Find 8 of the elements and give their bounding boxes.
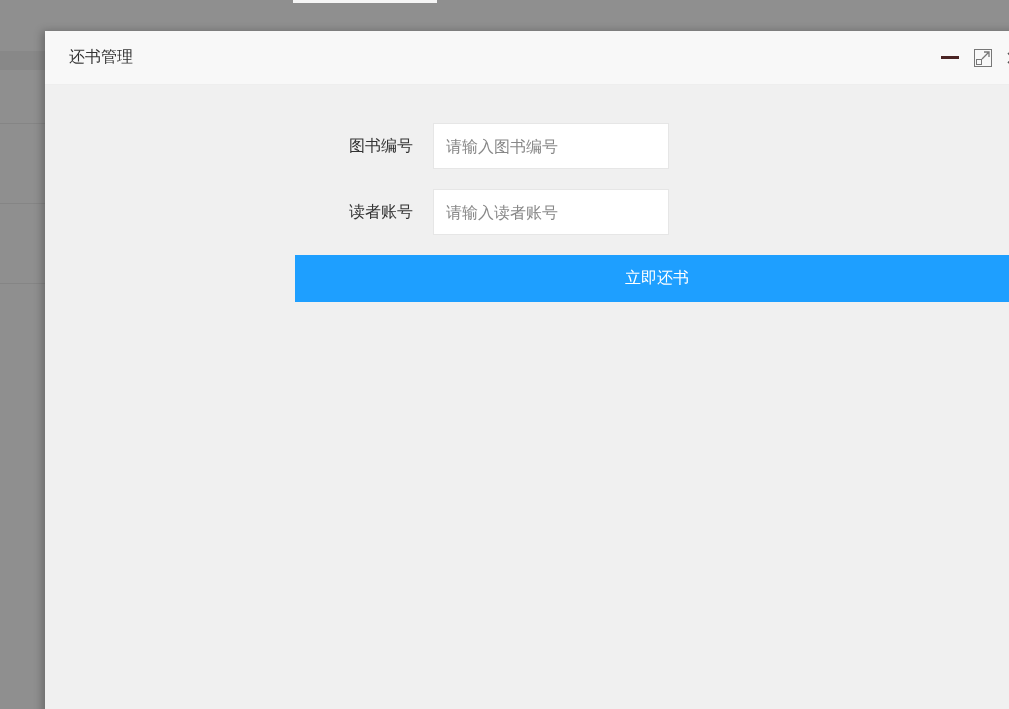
field-label: 读者账号	[348, 201, 413, 223]
return-book-button[interactable]: 立即还书	[295, 255, 1009, 302]
field-label: 图书编号	[348, 135, 413, 157]
maximize-icon[interactable]	[974, 48, 992, 67]
dialog-title: 还书管理	[69, 47, 133, 68]
input-field[interactable]: 请输入图书编号	[433, 123, 669, 169]
input-field[interactable]: 请输入读者账号	[433, 189, 669, 235]
minimize-icon[interactable]	[941, 55, 959, 60]
